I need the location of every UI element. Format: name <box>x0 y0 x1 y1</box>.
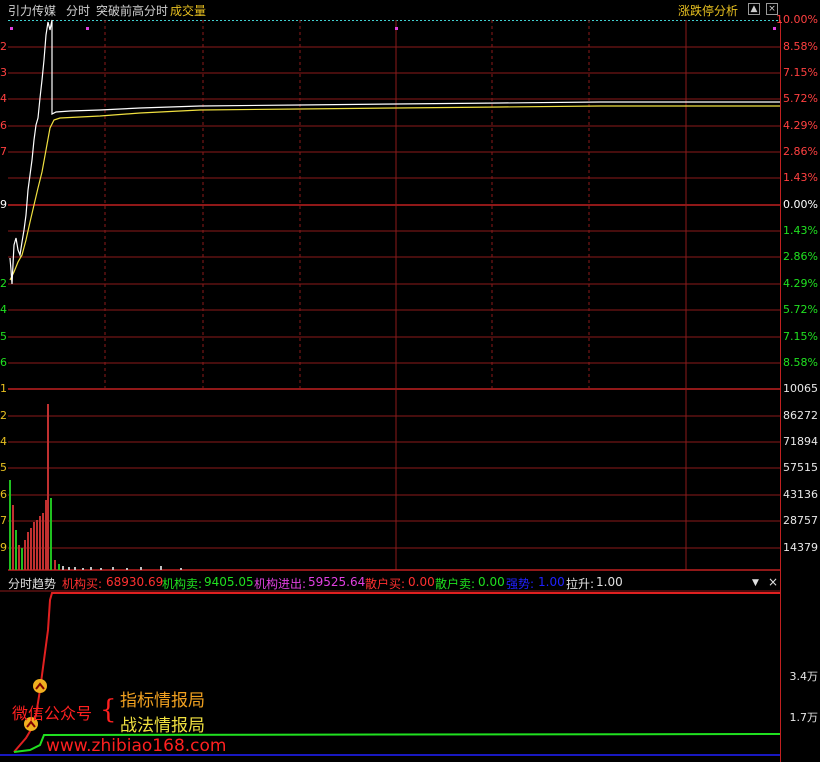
stat-label: 机构买: <box>62 577 103 591</box>
volume-bars <box>9 404 182 570</box>
axis-label: 43136 <box>783 488 818 501</box>
axis-label: 9 <box>0 541 7 554</box>
axis-label: 4 <box>0 303 7 316</box>
axis-label: 57515 <box>783 461 818 474</box>
watermark-url: www.zhibiao168.com <box>46 736 227 756</box>
axis-label: 14379 <box>783 541 818 554</box>
volume-grid <box>8 415 780 571</box>
axis-label: 9 <box>0 198 7 211</box>
axis-label: 7.15% <box>783 330 818 343</box>
axis-label: 2 <box>0 40 7 53</box>
axis-label: 4 <box>0 435 7 448</box>
axis-label: 8.58% <box>783 40 818 53</box>
axis-label: 1 <box>0 382 7 395</box>
price-grid <box>8 20 781 762</box>
axis-label: 5 <box>0 330 7 343</box>
stat-value: 0.00 <box>478 575 505 589</box>
axis-label: 86272 <box>783 409 818 422</box>
time-markers <box>10 27 776 30</box>
sub-axis-label: 1.7万 <box>789 711 819 724</box>
axis-label: 2 <box>0 409 7 422</box>
axis-label: 7 <box>0 145 7 158</box>
axis-label: 2.86% <box>783 250 818 263</box>
axis-label: 71894 <box>783 435 818 448</box>
axis-label: 2.86% <box>783 145 818 158</box>
axis-label: 8.58% <box>783 356 818 369</box>
sub-panel-title[interactable]: 分时趋势 <box>8 575 56 592</box>
axis-label: 1.43% <box>783 171 818 184</box>
average-price-line <box>9 105 780 281</box>
axis-label: 5.72% <box>783 303 818 316</box>
axis-label: 4.29% <box>783 119 818 132</box>
axis-label: 10065 <box>783 382 818 395</box>
sub-axis-label: 3.4万 <box>789 670 819 683</box>
axis-label: 3 <box>0 66 7 79</box>
brace: { <box>100 695 117 725</box>
axis-label: 7.15% <box>783 66 818 79</box>
stat-value: 59525.64 <box>308 575 366 589</box>
wechat-label: 微信公众号 <box>12 704 93 723</box>
stat-label: 拉升: <box>566 577 595 591</box>
watermark-line2: 战法情报局 <box>120 716 205 736</box>
watermark-line1: 指标情报局 <box>120 691 205 711</box>
axis-label: 0.00% <box>783 198 818 211</box>
axis-label: 5.72% <box>783 92 818 105</box>
stat-label: 机构进出: <box>254 577 307 591</box>
axis-label: 7 <box>0 514 7 527</box>
dropdown-icon[interactable]: ▼ <box>752 578 759 588</box>
axis-label: 6 <box>0 488 7 501</box>
axis-label: 5 <box>0 461 7 474</box>
intraday-chart <box>0 19 781 762</box>
axis-label: 6 <box>0 356 7 369</box>
axis-label: 10.00% <box>776 13 818 26</box>
stat-value: 1.00 <box>538 575 565 589</box>
axis-label: 6 <box>0 119 7 132</box>
stat-value: 1.00 <box>596 575 623 589</box>
axis-label: 1.43% <box>783 224 818 237</box>
stat-label: 机构卖: <box>162 577 203 591</box>
axis-label: 4.29% <box>783 277 818 290</box>
close-icon[interactable]: × <box>768 575 778 589</box>
axis-label: 4 <box>0 92 7 105</box>
stat-label: 强势: <box>506 577 535 591</box>
buy-signal-icon <box>33 679 47 693</box>
stat-label: 散户买: <box>365 577 406 591</box>
stat-label: 散户卖: <box>435 577 476 591</box>
stat-value: 9405.05 <box>204 575 254 589</box>
axis-label: 28757 <box>783 514 818 527</box>
stat-value: 0.00 <box>408 575 435 589</box>
stat-value: 68930.69 <box>106 575 164 589</box>
axis-label: 2 <box>0 277 7 290</box>
